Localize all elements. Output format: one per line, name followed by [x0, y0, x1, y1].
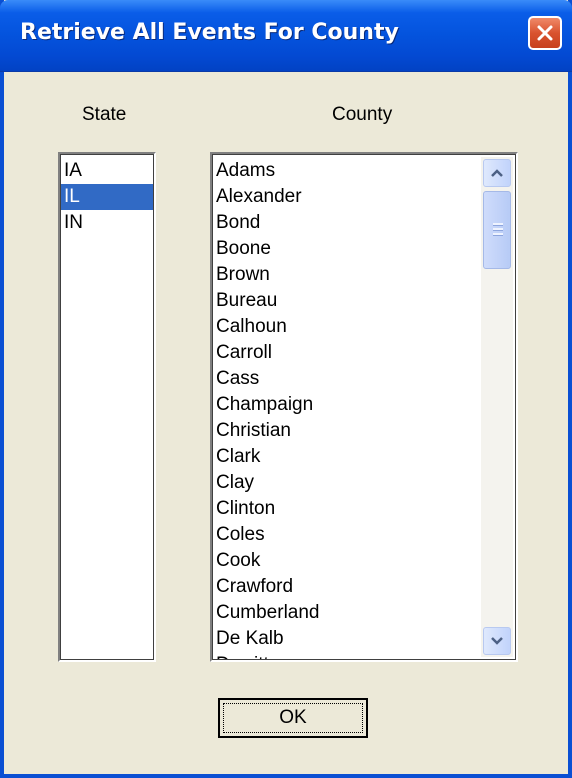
- dialog-window: Retrieve All Events For County State Cou…: [0, 0, 572, 778]
- county-items: Adams Alexander Bond Boone Brown Bureau Calhou…: [212, 154, 482, 660]
- county-list-item[interactable]: Dewitt: [212, 652, 482, 660]
- county-list-item[interactable]: Cumberland: [212, 600, 482, 626]
- title-bar[interactable]: Retrieve All Events For County: [0, 0, 572, 72]
- state-list-item[interactable]: IN: [60, 210, 154, 236]
- window-title: Retrieve All Events For County: [20, 20, 399, 45]
- county-list-item[interactable]: Bond: [212, 210, 482, 236]
- county-list-item[interactable]: Cook: [212, 548, 482, 574]
- county-list-item[interactable]: Clinton: [212, 496, 482, 522]
- county-list-item[interactable]: Brown: [212, 262, 482, 288]
- county-list-item[interactable]: Clay: [212, 470, 482, 496]
- grip-line: [493, 233, 503, 236]
- scroll-thumb[interactable]: [483, 191, 511, 269]
- county-list-item[interactable]: Champaign: [212, 392, 482, 418]
- state-list-item[interactable]: IL: [60, 184, 154, 210]
- grip-line: [493, 228, 503, 231]
- scroll-up-button[interactable]: [483, 159, 511, 187]
- state-items: IA IL IN: [60, 154, 154, 236]
- county-list-item[interactable]: Clark: [212, 444, 482, 470]
- county-list-item[interactable]: De Kalb: [212, 626, 482, 652]
- county-list-item[interactable]: Alexander: [212, 184, 482, 210]
- county-listbox[interactable]: Adams Alexander Bond Boone Brown Bureau Calhou…: [210, 152, 518, 662]
- county-list-item[interactable]: Carroll: [212, 340, 482, 366]
- ok-button[interactable]: OK: [218, 698, 368, 738]
- county-list-item[interactable]: Bureau: [212, 288, 482, 314]
- state-listbox[interactable]: IA IL IN: [58, 152, 156, 662]
- county-list-item[interactable]: Boone: [212, 236, 482, 262]
- state-list-item[interactable]: IA: [60, 158, 154, 184]
- county-list-item[interactable]: Christian: [212, 418, 482, 444]
- county-list-item[interactable]: Cass: [212, 366, 482, 392]
- county-list-item[interactable]: Crawford: [212, 574, 482, 600]
- state-label: State: [82, 104, 127, 125]
- close-icon: [537, 25, 553, 41]
- chevron-down-icon: [491, 637, 503, 645]
- county-list-item[interactable]: Adams: [212, 158, 482, 184]
- county-list-item[interactable]: Coles: [212, 522, 482, 548]
- county-list-item[interactable]: Calhoun: [212, 314, 482, 340]
- county-scrollbar[interactable]: [481, 157, 513, 657]
- grip-line: [493, 223, 503, 226]
- county-label: County: [332, 104, 393, 125]
- close-button[interactable]: [528, 16, 562, 50]
- chevron-up-icon: [491, 169, 503, 177]
- scroll-down-button[interactable]: [483, 627, 511, 655]
